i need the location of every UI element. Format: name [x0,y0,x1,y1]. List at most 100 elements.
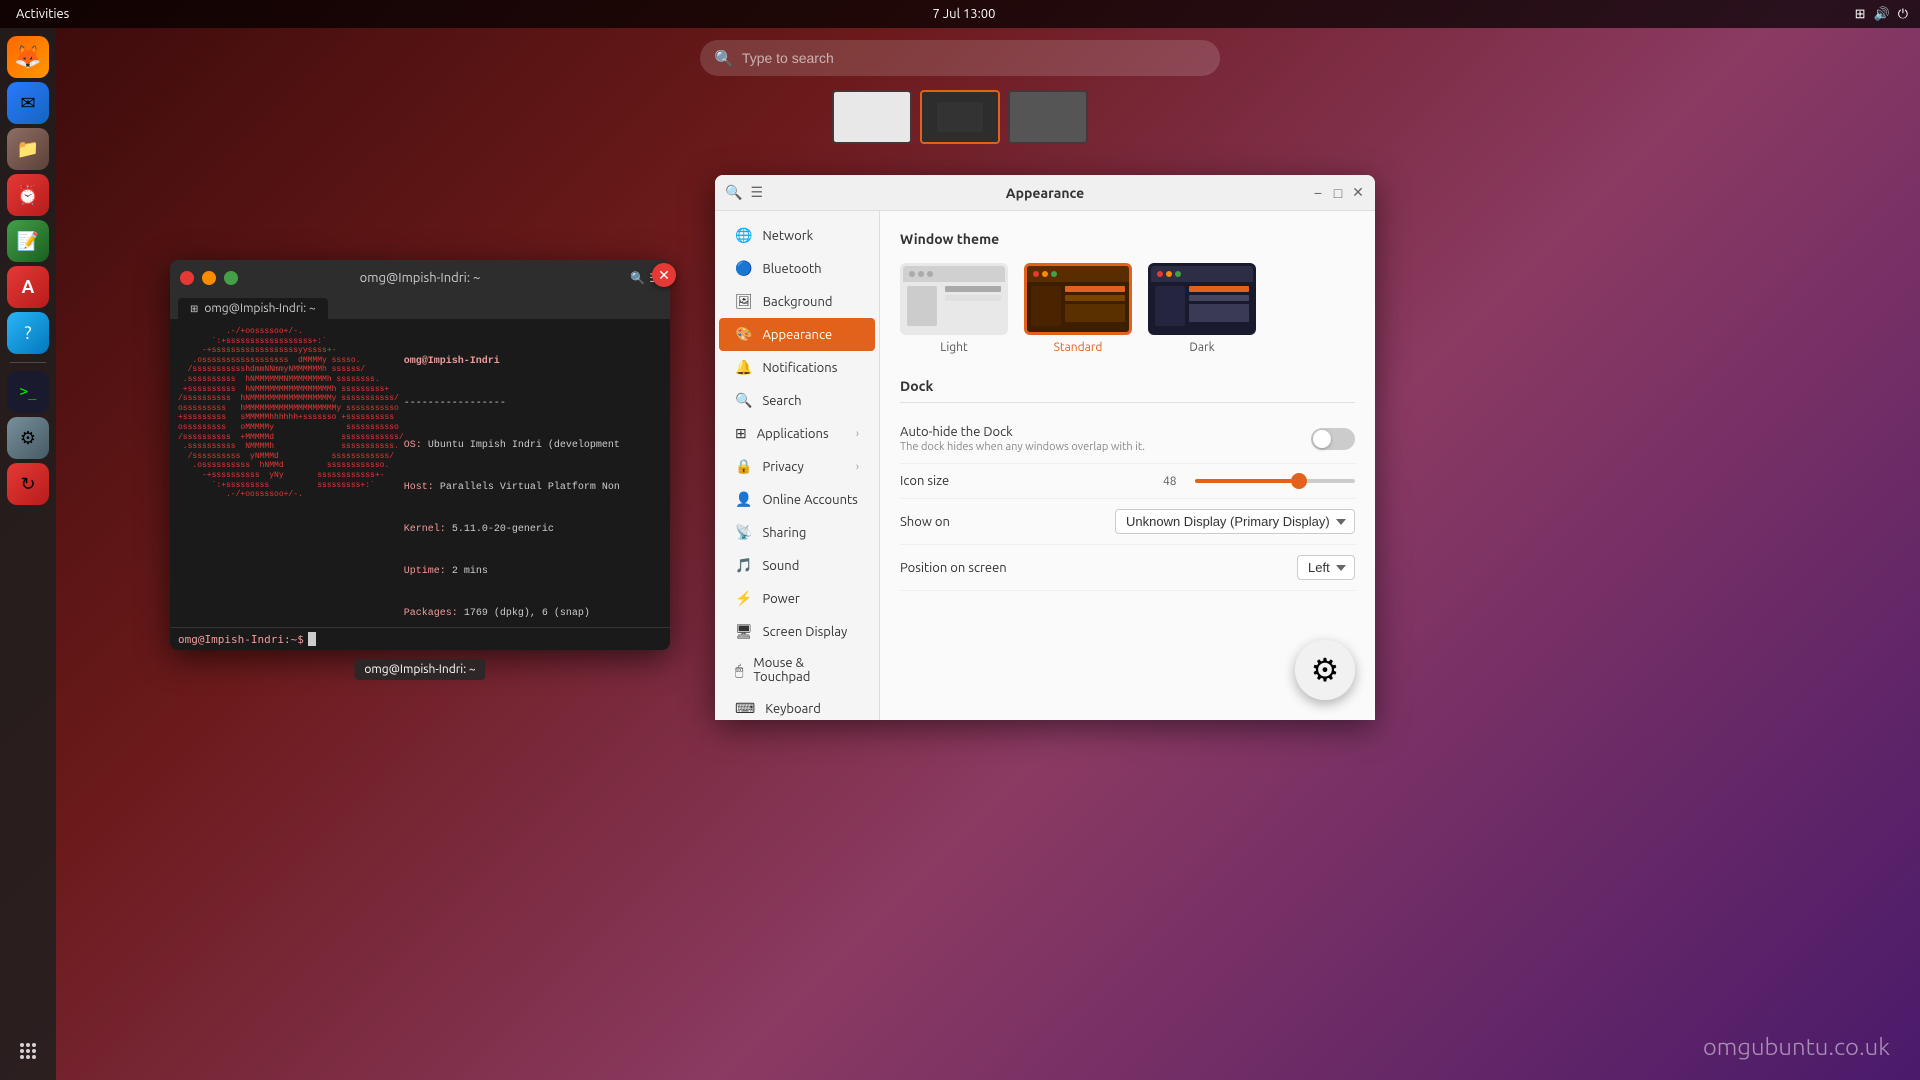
appearance-icon: 🎨 [735,326,752,343]
window-theme-section-title: Window theme [900,231,1355,247]
sidebar-item-privacy-label: Privacy [762,460,803,474]
settings-close-button[interactable]: ✕ [1351,186,1365,200]
dock-item-firefox[interactable]: 🦊 [7,36,49,78]
sidebar-item-online-accounts[interactable]: 👤 Online Accounts [719,483,875,516]
dock-section-title: Dock [900,378,1355,403]
bluetooth-icon: 🔵 [735,260,752,277]
position-dropdown[interactable]: Left [1297,555,1355,580]
sidebar-item-appearance-label: Appearance [762,328,832,342]
sidebar-item-search-label: Search [762,394,801,408]
sidebar-item-applications-label: Applications [757,427,829,441]
sidebar-item-screen-display-label: Screen Display [763,625,847,639]
sidebar-item-bluetooth[interactable]: 🔵 Bluetooth [719,252,875,285]
dock-item-notes[interactable]: 📝 [7,220,49,262]
sidebar-item-notifications-label: Notifications [762,361,837,375]
window-thumb-3[interactable] [1008,90,1088,144]
sidebar-item-mouse-touchpad-label: Mouse & Touchpad [753,656,859,684]
dock-item-appstore[interactable]: A [7,266,49,308]
sidebar-item-privacy[interactable]: 🔒 Privacy › [719,450,875,483]
terminal-prompt-bar: omg@Impish-Indri:~$ [170,627,670,650]
terminal-cursor [308,632,316,646]
dock-separator [10,362,46,363]
settings-minimize-button[interactable]: − [1311,186,1325,200]
dock-item-clock[interactable]: ⏰ [7,174,49,216]
terminal-prompt: omg@Impish-Indri:~$ [178,633,304,646]
dock-item-files[interactable]: 📁 [7,128,49,170]
icon-size-value: 48 [1163,475,1187,488]
search-input[interactable] [742,50,1206,66]
auto-hide-toggle[interactable] [1311,428,1355,450]
icon-size-label: Icon size [900,474,949,488]
screen-display-icon: 🖥 [735,623,753,640]
terminal-tab-1[interactable]: ⊞ omg@Impish-Indri: ~ [178,298,328,319]
sidebar-item-sound[interactable]: 🎵 Sound [719,549,875,582]
settings-window: 🔍 ☰ Appearance − □ ✕ 🌐 Network 🔵 Bluetoo… [715,175,1375,720]
settings-window-title: Appearance [1006,185,1084,201]
sidebar-item-bluetooth-label: Bluetooth [762,262,821,276]
sidebar-item-sharing[interactable]: 📡 Sharing [719,516,875,549]
float-close-button[interactable]: ✕ [652,263,676,287]
terminal-close-button[interactable]: ✕ [180,271,194,285]
sidebar-item-appearance[interactable]: 🎨 Appearance [719,318,875,351]
privacy-icon: 🔒 [735,458,752,475]
datetime-display: 7 Jul 13:00 [932,7,995,21]
keyboard-icon: ⌨ [735,700,755,717]
settings-menu-icon[interactable]: ☰ [750,184,763,201]
theme-label-light: Light [940,341,968,354]
terminal-maximize-button[interactable]: □ [224,271,238,285]
dock-item-terminal[interactable]: >_ [7,371,49,413]
auto-hide-labels: Auto-hide the Dock The dock hides when a… [900,425,1145,453]
auto-hide-setting-row: Auto-hide the Dock The dock hides when a… [900,415,1355,464]
icon-size-slider[interactable] [1195,479,1355,483]
theme-option-dark[interactable]: Dark [1148,263,1256,354]
dock-item-settings[interactable]: ⚙ [7,417,49,459]
desktop: Activities 7 Jul 13:00 ⊞ 🔊 ⏻ 🦊 ✉ 📁 ⏰ 📝 A… [0,0,1920,1080]
system-tray-icon[interactable]: ⊞ [1855,7,1866,22]
icon-size-setting-row: Icon size 48 [900,464,1355,499]
show-all-apps-button[interactable] [7,1030,49,1072]
sidebar-item-network[interactable]: 🌐 Network [719,219,875,252]
terminal-window: ✕ − □ omg@Impish-Indri: ~ 🔍 ☰ ⊞ omg@Impi… [170,260,670,650]
volume-icon[interactable]: 🔊 [1874,7,1890,22]
sidebar-item-background[interactable]: 🖼 Background [719,285,875,318]
theme-preview-light [900,263,1008,335]
theme-option-light[interactable]: Light [900,263,1008,354]
sidebar-item-screen-display[interactable]: 🖥 Screen Display [719,615,875,648]
applications-chevron: › [856,428,859,440]
dock-item-email[interactable]: ✉ [7,82,49,124]
sidebar-item-keyboard-label: Keyboard [765,702,821,716]
sidebar-item-sharing-label: Sharing [762,526,806,540]
sidebar-item-network-label: Network [762,229,813,243]
terminal-tab-icon: ⊞ [190,303,198,315]
theme-label-dark: Dark [1189,341,1214,354]
power-icon[interactable]: ⏻ [1898,7,1908,22]
terminal-minimize-button[interactable]: − [202,271,216,285]
settings-search-icon[interactable]: 🔍 [725,184,742,201]
search-icon: 🔍 [714,49,734,68]
theme-option-standard[interactable]: Standard [1024,263,1132,354]
dock-item-update[interactable]: ↻ [7,463,49,505]
show-on-setting-row: Show on Unknown Display (Primary Display… [900,499,1355,545]
terminal-search-icon[interactable]: 🔍 [630,271,645,285]
background-icon: 🖼 [735,293,753,310]
app-dock: 🦊 ✉ 📁 ⏰ 📝 A ? >_ ⚙ ↻ [0,28,56,1080]
window-thumb-2[interactable] [920,90,1000,144]
sidebar-item-power[interactable]: ⚡ Power [719,582,875,615]
sidebar-item-mouse-touchpad[interactable]: 🖱 Mouse & Touchpad [719,648,875,692]
terminal-ascii-art: .-/+oossssoo+/-. `:+ssssssssssssssssss+:… [178,327,396,619]
sidebar-item-applications[interactable]: ⊞ Applications › [719,417,875,450]
theme-options: Light [900,263,1355,354]
dock-item-help[interactable]: ? [7,312,49,354]
theme-preview-standard [1024,263,1132,335]
window-thumb-1[interactable] [832,90,912,144]
sidebar-item-notifications[interactable]: 🔔 Notifications [719,351,875,384]
show-on-dropdown[interactable]: Unknown Display (Primary Display) [1115,509,1355,534]
search-bar[interactable]: 🔍 [700,40,1220,76]
position-setting-row: Position on screen Left [900,545,1355,591]
sidebar-item-keyboard[interactable]: ⌨ Keyboard [719,692,875,720]
activities-button[interactable]: Activities [12,7,73,21]
terminal-window-tooltip: omg@Impish-Indri: ~ [354,659,485,680]
sidebar-item-search[interactable]: 🔍 Search [719,384,875,417]
sidebar-item-sound-label: Sound [762,559,799,573]
settings-maximize-button[interactable]: □ [1331,186,1345,200]
